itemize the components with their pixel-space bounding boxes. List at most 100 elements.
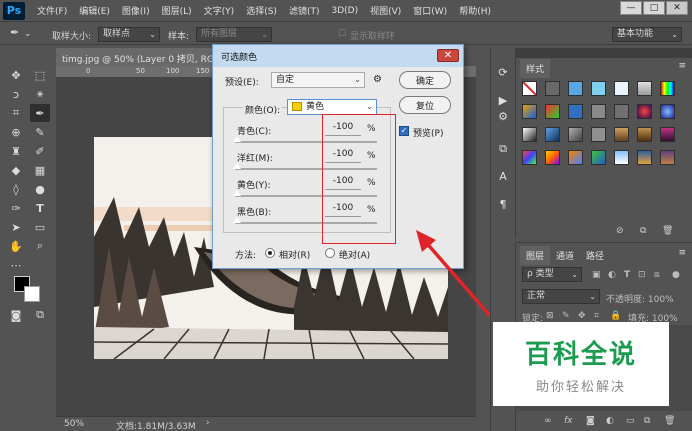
adjustment-layer-icon[interactable]: ◐ [606,416,614,426]
style-swatch[interactable] [591,81,606,96]
style-swatch[interactable] [522,81,537,96]
show-ring-checkbox-icon[interactable]: ☐ [338,29,346,39]
close-window-button[interactable]: ✕ [666,1,688,15]
background-color-swatch[interactable] [24,286,40,302]
menu-layer[interactable]: 图层(L) [162,4,192,17]
tab-paths[interactable]: 路径 [580,246,610,265]
new-layer-icon[interactable]: ⧉ [644,416,650,426]
style-swatch[interactable] [637,81,652,96]
paragraph-panel-icon[interactable]: ¶ [495,198,511,212]
black-slider-thumb[interactable] [233,217,241,223]
tab-styles[interactable]: 样式 [520,59,551,78]
workspace-select[interactable]: 基本功能 ⌄ [612,27,682,42]
style-swatch[interactable] [637,150,652,165]
move-tool-icon[interactable]: ✥ [6,66,26,84]
panel-menu-icon[interactable]: ≡ [678,248,686,258]
delete-layer-icon[interactable]: 🗑 [664,416,675,426]
history-brush-icon[interactable]: ✐ [30,142,50,160]
tab-layers[interactable]: 图层 [520,246,551,265]
layer-kind-filter[interactable]: ρ 类型 ⌄ [522,267,582,282]
style-swatch[interactable] [568,150,583,165]
blur-tool-icon[interactable]: ◊ [6,180,26,198]
zoom-tool-icon[interactable]: ⌕ [30,237,50,255]
history-panel-icon[interactable]: ⟳ [495,66,511,80]
quick-mask-icon[interactable]: ◙ [6,306,26,324]
menu-file[interactable]: 文件(F) [37,4,67,17]
document-tab[interactable]: timg.jpg @ 50% (Layer 0 拷贝, RGB/8#) [56,48,216,66]
style-swatch[interactable] [637,127,652,142]
opacity-label[interactable]: 不透明度: 100% [606,292,674,305]
style-swatch[interactable] [637,104,652,119]
menu-help[interactable]: 帮助(H) [459,4,491,17]
style-swatch[interactable] [522,104,537,119]
maximize-button[interactable]: □ [643,1,665,15]
style-swatch[interactable] [568,81,583,96]
gradient-tool-icon[interactable]: ▦ [30,161,50,179]
lock-artboard-icon[interactable]: ⌗ [594,311,599,321]
lock-position-icon[interactable]: ✥ [578,311,586,321]
menu-view[interactable]: 视图(V) [370,4,401,17]
dodge-tool-icon[interactable]: ● [30,180,50,198]
style-swatch[interactable] [614,104,629,119]
method-relative-radio[interactable] [265,248,275,258]
style-swatch[interactable] [591,104,606,119]
minimize-button[interactable]: — [620,1,642,15]
menu-image[interactable]: 图像(I) [122,4,150,17]
lock-pixels-icon[interactable]: ⊠ [546,311,554,321]
style-swatch[interactable] [660,150,675,165]
healing-brush-icon[interactable]: ⊕ [6,123,26,141]
magic-wand-icon[interactable]: ⚹ [30,85,50,103]
style-swatch[interactable] [545,81,560,96]
blend-mode-select[interactable]: 正常 ⌄ [522,289,600,304]
menu-filter[interactable]: 滤镜(T) [289,4,320,17]
lock-all-icon[interactable]: 🔒 [610,311,621,321]
filter-pixel-icon[interactable]: ▣ [592,270,601,280]
delete-style-icon[interactable]: 🗑 [662,226,673,236]
crop-tool-icon[interactable]: ⌗ [6,104,26,122]
rectangle-tool-icon[interactable]: ▭ [30,218,50,236]
preview-checkbox[interactable]: ✓ [399,126,409,136]
sample-select[interactable]: 所有图层 ⌄ [196,27,272,42]
reset-button[interactable]: 复位 [399,96,451,114]
dialog-titlebar[interactable]: 可选颜色 ✕ [213,45,463,67]
dialog-close-button[interactable]: ✕ [437,49,459,62]
style-swatch[interactable] [545,127,560,142]
colors-select[interactable]: 黄色 ⌄ [287,99,377,115]
link-layers-icon[interactable]: ∞ [544,416,552,426]
tab-channels[interactable]: 通道 [550,246,580,265]
new-group-icon[interactable]: ▭ [626,416,635,426]
magenta-slider-thumb[interactable] [233,163,241,169]
chevron-down-icon[interactable]: ⌄ [24,29,32,39]
menu-select[interactable]: 选择(S) [246,4,277,17]
menu-type[interactable]: 文字(Y) [204,4,235,17]
style-swatch[interactable] [522,127,537,142]
style-swatch[interactable] [522,150,537,165]
ok-button[interactable]: 确定 [399,71,451,89]
zoom-level[interactable]: 50% [64,419,84,429]
character-panel-icon[interactable]: A [495,170,511,184]
method-absolute-radio[interactable] [325,248,335,258]
style-swatch[interactable] [591,127,606,142]
brush-tool-icon[interactable]: ✎ [30,123,50,141]
style-swatch[interactable] [591,150,606,165]
clone-source-icon[interactable]: ⧉ [495,142,511,156]
type-tool-icon[interactable]: T [30,199,50,217]
eyedropper-icon[interactable]: ✒ [10,26,19,39]
menu-3d[interactable]: 3D(D) [331,6,358,16]
filter-adjustment-icon[interactable]: ◐ [608,270,616,280]
screen-mode-icon[interactable]: ⧉ [30,306,50,324]
path-select-icon[interactable]: ➤ [6,218,26,236]
clone-stamp-icon[interactable]: ♜ [6,142,26,160]
filter-toggle-icon[interactable]: ● [672,270,680,280]
menu-window[interactable]: 窗口(W) [413,4,447,17]
eraser-tool-icon[interactable]: ◆ [6,161,26,179]
sample-size-select[interactable]: 取样点 ⌄ [98,27,160,42]
cyan-slider-thumb[interactable] [233,136,241,142]
style-swatch[interactable] [614,127,629,142]
style-swatch[interactable] [614,81,629,96]
style-swatch[interactable] [545,104,560,119]
style-swatch[interactable] [660,127,675,142]
layer-mask-icon[interactable]: ◙ [586,416,595,426]
clear-style-icon[interactable]: ⊘ [616,226,624,236]
layer-effects-icon[interactable]: fx [564,416,573,426]
